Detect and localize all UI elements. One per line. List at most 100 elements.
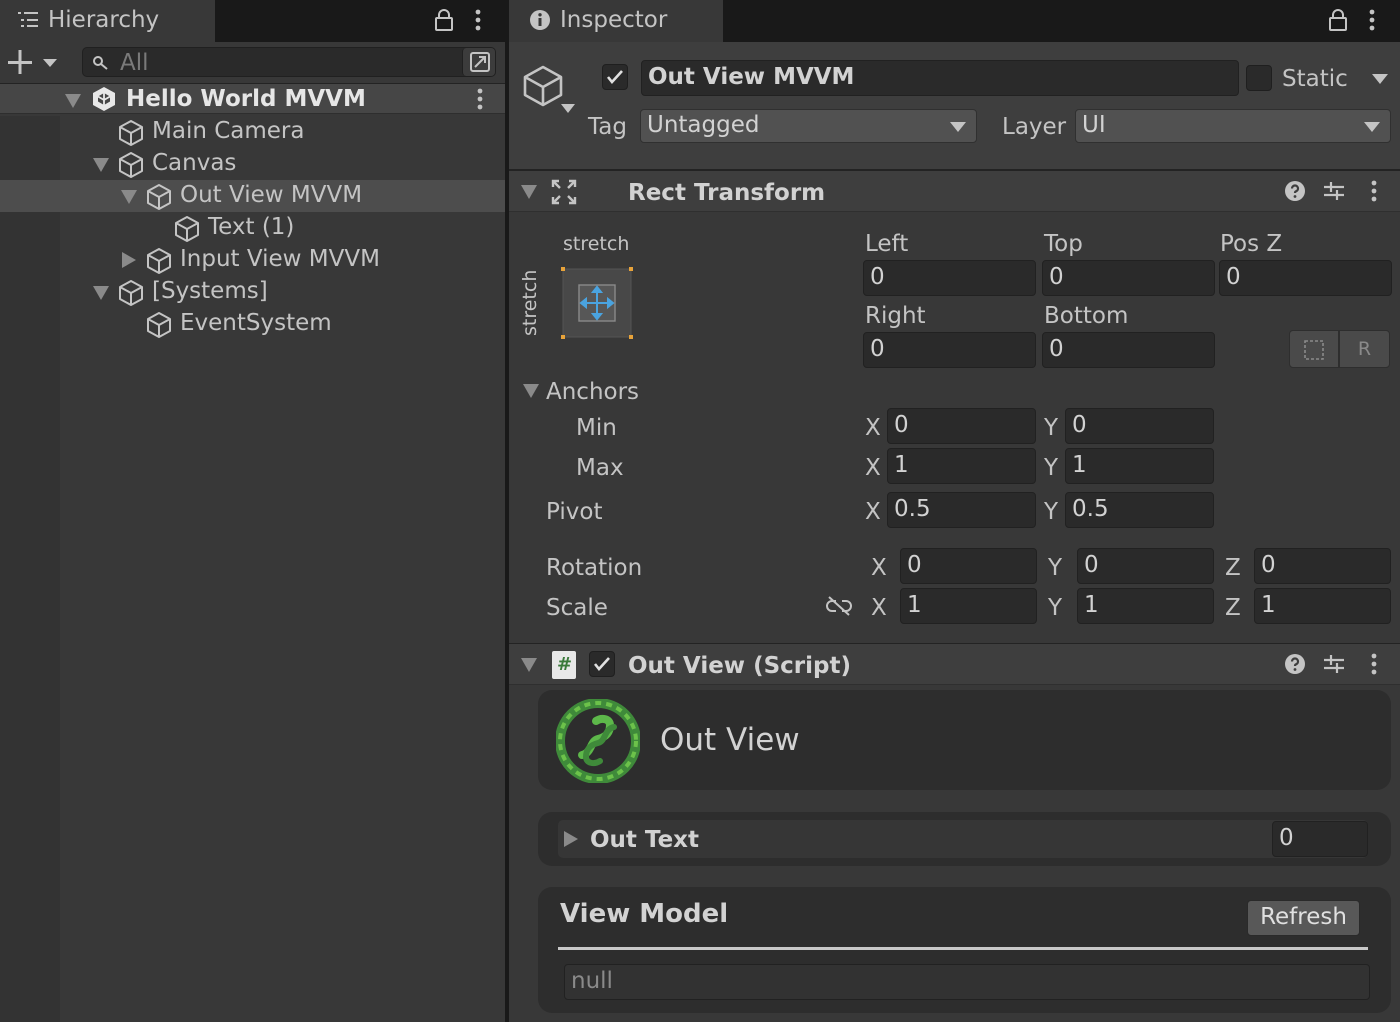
gameobject-large-icon[interactable] (521, 64, 565, 108)
scale-x-label[interactable]: X (871, 595, 887, 621)
add-icon[interactable] (8, 50, 36, 74)
foldout-expanded-icon[interactable] (93, 286, 109, 300)
pivot-label: Pivot (546, 499, 603, 525)
refresh-button[interactable]: Refresh (1247, 900, 1360, 936)
left-field[interactable]: 0 (863, 260, 1036, 296)
pivot-y-label[interactable]: Y (1044, 499, 1058, 525)
hierarchy-item-canvas[interactable]: Canvas (0, 148, 505, 180)
rotation-label: Rotation (546, 555, 643, 581)
left-label: Left (865, 231, 909, 257)
foldout-expanded-icon[interactable] (121, 190, 137, 204)
more-options-icon[interactable] (474, 9, 482, 31)
rect-transform-header[interactable]: Rect Transform (509, 170, 1400, 212)
scale-z-field[interactable]: 1 (1254, 588, 1391, 624)
rotation-z-label[interactable]: Z (1225, 555, 1241, 581)
pivot-y-field[interactable]: 0.5 (1065, 492, 1214, 528)
raw-edit-button[interactable]: R (1339, 330, 1390, 368)
out-text-value-field[interactable]: 0 (1272, 821, 1368, 857)
static-dropdown-arrow[interactable] (1372, 74, 1388, 84)
anchor-min-x-field[interactable]: 0 (887, 408, 1036, 444)
right-field[interactable]: 0 (863, 332, 1036, 368)
tag-dropdown[interactable]: Untagged (640, 109, 977, 143)
top-field[interactable]: 0 (1042, 260, 1215, 296)
lock-icon[interactable] (1328, 8, 1348, 32)
foldout-expanded-icon[interactable] (521, 185, 537, 199)
rect-transform-title: Rect Transform (628, 180, 826, 206)
inspector-tab[interactable]: Inspector (509, 0, 723, 42)
tag-value: Untagged (647, 112, 760, 138)
active-checkbox[interactable] (602, 64, 628, 90)
layer-value: UI (1082, 112, 1106, 138)
help-icon[interactable] (1284, 653, 1306, 675)
scene-row[interactable]: Hello World MVVM (0, 84, 505, 114)
constrain-proportions-icon[interactable] (826, 595, 852, 617)
layer-dropdown[interactable]: UI (1075, 109, 1391, 143)
scene-name: Hello World MVVM (126, 86, 366, 112)
scene-more-icon[interactable] (476, 88, 484, 110)
lock-icon[interactable] (434, 8, 454, 32)
hierarchy-tab[interactable]: Hierarchy (0, 0, 215, 42)
foldout-collapsed-icon[interactable] (564, 831, 578, 847)
presets-icon[interactable] (1323, 653, 1345, 675)
foldout-expanded-icon[interactable] (65, 94, 81, 108)
out-view-script-header[interactable]: # Out View (Script) (509, 643, 1400, 685)
min-y-label[interactable]: Y (1044, 415, 1058, 441)
help-icon[interactable] (1284, 180, 1306, 202)
rotation-z-field[interactable]: 0 (1254, 548, 1391, 584)
component-more-icon[interactable] (1370, 180, 1378, 202)
hierarchy-item-label: Input View MVVM (180, 246, 380, 272)
foldout-expanded-icon[interactable] (523, 384, 539, 398)
rotation-y-label[interactable]: Y (1048, 555, 1062, 581)
hierarchy-item-input-view-mvvm[interactable]: Input View MVVM (0, 244, 505, 276)
object-name-field[interactable]: Out View MVVM (641, 60, 1239, 96)
rotation-x-label[interactable]: X (871, 555, 887, 581)
icon-dropdown-arrow[interactable] (561, 104, 575, 113)
hierarchy-item-label: EventSystem (180, 310, 332, 336)
anchor-presets-button[interactable] (561, 267, 633, 339)
rotation-x-field[interactable]: 0 (900, 548, 1037, 584)
anchor-max-y-field[interactable]: 1 (1065, 448, 1214, 484)
scale-y-field[interactable]: 1 (1077, 588, 1214, 624)
min-x-label[interactable]: X (865, 415, 881, 441)
view-model-divider (558, 947, 1368, 950)
scale-y-label[interactable]: Y (1048, 595, 1062, 621)
rect-transform-icon (551, 179, 577, 205)
anchors-label[interactable]: Anchors (546, 379, 639, 405)
search-placeholder: All (120, 50, 149, 76)
out-text-row[interactable]: Out Text 0 (558, 820, 1368, 858)
max-x-label[interactable]: X (865, 455, 881, 481)
search-options-button[interactable] (462, 48, 495, 76)
hierarchy-item-label: Main Camera (152, 118, 305, 144)
posz-field[interactable]: 0 (1219, 260, 1392, 296)
hierarchy-item-main-camera[interactable]: Main Camera (0, 116, 505, 148)
bottom-field[interactable]: 0 (1042, 332, 1215, 368)
out-text-card: Out Text 0 (538, 812, 1391, 866)
gameobject-icon (145, 247, 173, 275)
foldout-expanded-icon[interactable] (521, 658, 537, 672)
view-model-value-field[interactable]: null (564, 964, 1370, 1000)
scale-z-label[interactable]: Z (1225, 595, 1241, 621)
anchor-min-y-field[interactable]: 0 (1065, 408, 1214, 444)
chevron-down-icon[interactable] (42, 58, 58, 68)
static-checkbox[interactable] (1246, 65, 1272, 91)
scale-x-field[interactable]: 1 (900, 588, 1037, 624)
foldout-collapsed-icon[interactable] (122, 252, 136, 268)
presets-icon[interactable] (1323, 180, 1345, 202)
rotation-y-field[interactable]: 0 (1077, 548, 1214, 584)
layer-label: Layer (1002, 114, 1067, 140)
hierarchy-item-text-1[interactable]: Text (1) (0, 212, 505, 244)
hierarchy-item-eventsystem[interactable]: EventSystem (0, 308, 505, 340)
gameobject-icon (117, 279, 145, 307)
hierarchy-item-out-view-mvvm[interactable]: Out View MVVM (0, 180, 505, 212)
pivot-x-field[interactable]: 0.5 (887, 492, 1036, 528)
pivot-x-label[interactable]: X (865, 499, 881, 525)
more-options-icon[interactable] (1368, 9, 1376, 31)
foldout-expanded-icon[interactable] (93, 158, 109, 172)
blueprint-mode-button[interactable] (1289, 330, 1339, 368)
max-y-label[interactable]: Y (1044, 455, 1058, 481)
script-enabled-checkbox[interactable] (589, 651, 615, 677)
view-model-label: View Model (560, 899, 729, 929)
anchor-max-x-field[interactable]: 1 (887, 448, 1036, 484)
component-more-icon[interactable] (1370, 653, 1378, 675)
hierarchy-item-systems[interactable]: [Systems] (0, 276, 505, 308)
